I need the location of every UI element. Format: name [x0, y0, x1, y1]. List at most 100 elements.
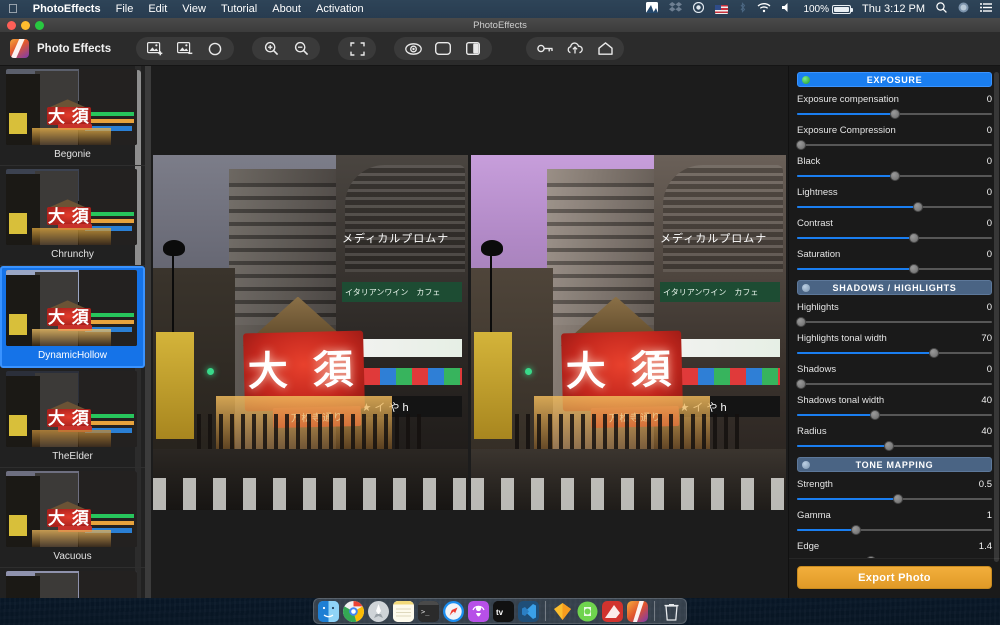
preset-item-begonie[interactable]: 大 須Begonie — [0, 66, 145, 166]
volume-icon[interactable] — [782, 2, 792, 16]
slider-knob[interactable] — [893, 494, 903, 504]
menu-item-edit[interactable]: Edit — [148, 3, 167, 15]
menu-item-tutorial[interactable]: Tutorial — [221, 3, 257, 15]
slider[interactable] — [797, 108, 992, 119]
section-toggle-icon[interactable] — [802, 284, 810, 292]
slider-track[interactable] — [797, 144, 992, 146]
clock[interactable]: Thu 3:12 PM — [862, 3, 925, 15]
slider-knob[interactable] — [929, 348, 939, 358]
section-header-shadows-highlights[interactable]: SHADOWS / HIGHLIGHTS — [797, 280, 992, 295]
bluetooth-icon[interactable] — [739, 2, 746, 16]
slider-track[interactable] — [797, 321, 992, 323]
slider[interactable] — [797, 493, 992, 504]
preset-item-chrunchy[interactable]: 大 須Chrunchy — [0, 166, 145, 266]
presets-sidebar[interactable]: 大 須Begonie大 須Chrunchy大 須DynamicHollow大 須… — [0, 66, 145, 598]
slider[interactable] — [797, 232, 992, 243]
menu-item-view[interactable]: View — [182, 3, 206, 15]
preset-item-dynamichollow[interactable]: 大 須DynamicHollow — [0, 266, 145, 368]
slider-track[interactable] — [797, 383, 992, 385]
control-value: 70 — [981, 333, 992, 344]
preset-item-vacuous[interactable]: 大 須Vacuous — [0, 468, 145, 568]
add-photo-button[interactable] — [140, 38, 170, 59]
camera-icon[interactable] — [693, 2, 704, 16]
screen-share-icon[interactable] — [646, 2, 658, 16]
section-toggle-icon[interactable] — [802, 461, 810, 469]
slider[interactable] — [797, 440, 992, 451]
dock-icon-pixelmator[interactable] — [602, 601, 623, 622]
slider[interactable] — [797, 555, 992, 558]
split-view-button[interactable] — [458, 38, 488, 59]
slider-knob[interactable] — [909, 264, 919, 274]
control-label: Exposure compensation — [797, 94, 987, 105]
zoom-out-button[interactable] — [286, 38, 316, 59]
panel-scrollbar-thumb[interactable] — [994, 72, 999, 562]
reset-button[interactable] — [200, 38, 230, 59]
slider-knob[interactable] — [870, 410, 880, 420]
slider-knob[interactable] — [913, 202, 923, 212]
section-toggle-icon[interactable] — [802, 76, 810, 84]
dock-icon-evernote[interactable] — [577, 601, 598, 622]
slider[interactable] — [797, 524, 992, 535]
wifi-icon[interactable] — [757, 2, 771, 16]
section-header-tone-mapping[interactable]: TONE MAPPING — [797, 457, 992, 472]
battery-status[interactable]: 100% — [803, 4, 851, 15]
dock-icon-sketch[interactable] — [552, 601, 573, 622]
slider-knob[interactable] — [796, 379, 806, 389]
home-button[interactable] — [590, 38, 620, 59]
us-flag-icon[interactable] — [715, 5, 728, 14]
control-center-icon[interactable] — [980, 2, 992, 16]
preset-item-item5[interactable]: 大 須 — [0, 568, 145, 598]
preset-item-theelder[interactable]: 大 須TheElder — [0, 368, 145, 468]
apple-menu-icon[interactable]:  — [8, 2, 18, 15]
export-photo-button[interactable]: Export Photo — [797, 566, 992, 589]
menu-item-about[interactable]: About — [272, 3, 301, 15]
slider[interactable] — [797, 347, 992, 358]
slider[interactable] — [797, 170, 992, 181]
zoom-in-button[interactable] — [256, 38, 286, 59]
siri-icon[interactable] — [958, 2, 969, 16]
dock-icon-safari[interactable] — [443, 601, 464, 622]
menu-item-activation[interactable]: Activation — [316, 3, 364, 15]
menu-item-file[interactable]: File — [116, 3, 134, 15]
slider[interactable] — [797, 378, 992, 389]
preview-button[interactable] — [398, 38, 428, 59]
single-view-button[interactable] — [428, 38, 458, 59]
dropbox-icon[interactable] — [669, 2, 682, 16]
fit-to-screen-button[interactable] — [342, 38, 372, 59]
slider[interactable] — [797, 409, 992, 420]
dock-icon-chrome[interactable] — [343, 601, 364, 622]
dock-icon-appletv[interactable]: tv — [493, 601, 514, 622]
section-header-exposure[interactable]: EXPOSURE — [797, 72, 992, 87]
slider-fill — [797, 352, 934, 354]
remove-photo-button[interactable] — [170, 38, 200, 59]
slider[interactable] — [797, 139, 992, 150]
processed-photo[interactable]: メディカルプロムナ イタリアンワイン カフェ e ★ イ や h 大 須 — [471, 155, 786, 510]
dock-icon-notes[interactable] — [393, 601, 414, 622]
dock-icon-terminal[interactable]: >_ — [418, 601, 439, 622]
slider-knob[interactable] — [851, 525, 861, 535]
battery-icon — [832, 5, 851, 14]
dock-icon-launchpad[interactable] — [368, 601, 389, 622]
slider[interactable] — [797, 263, 992, 274]
menu-item-photoeffects[interactable]: PhotoEffects — [33, 3, 101, 15]
slider[interactable] — [797, 316, 992, 327]
medical-sign-label: メディカルプロムナ — [342, 226, 462, 251]
dock-icon-photoeffects[interactable] — [627, 601, 648, 622]
dock-separator — [545, 601, 546, 621]
license-button[interactable] — [530, 38, 560, 59]
slider-knob[interactable] — [890, 109, 900, 119]
slider-knob[interactable] — [884, 441, 894, 451]
dock-icon-trash[interactable] — [661, 601, 682, 622]
slider-knob[interactable] — [796, 140, 806, 150]
slider-knob[interactable] — [890, 171, 900, 181]
slider-knob[interactable] — [909, 233, 919, 243]
slider[interactable] — [797, 201, 992, 212]
dock-icon-podcasts[interactable] — [468, 601, 489, 622]
dock-icon-finder[interactable] — [318, 601, 339, 622]
original-photo[interactable]: メディカルプロムナ イタリアンワイン カフェ e ★ イ や h 大 須 — [153, 155, 468, 510]
slider-knob[interactable] — [866, 556, 876, 558]
slider-knob[interactable] — [796, 317, 806, 327]
cloud-upload-button[interactable] — [560, 38, 590, 59]
dock-icon-vscode[interactable] — [518, 601, 539, 622]
spotlight-search-icon[interactable] — [936, 2, 947, 16]
